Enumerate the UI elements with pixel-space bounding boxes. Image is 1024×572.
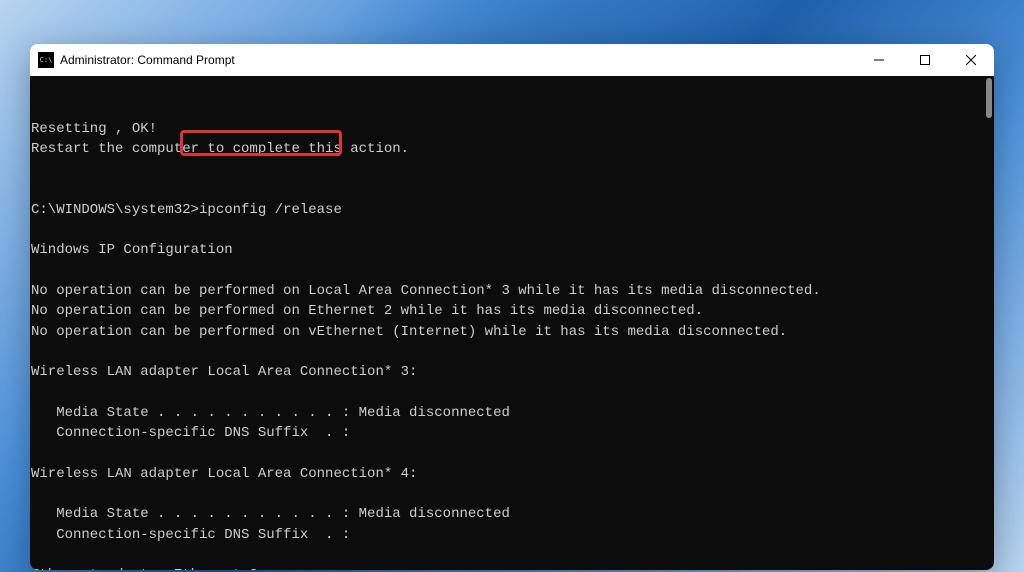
- terminal-line: [31, 261, 990, 281]
- cmd-icon: [38, 52, 54, 68]
- terminal-line: No operation can be performed on Local A…: [31, 281, 990, 301]
- terminal-line: Wireless LAN adapter Local Area Connecti…: [31, 464, 990, 484]
- terminal-line: [31, 484, 990, 504]
- terminal-line: C:\WINDOWS\system32>ipconfig /release: [31, 200, 990, 220]
- terminal-line: Connection-specific DNS Suffix . :: [31, 423, 990, 443]
- titlebar[interactable]: Administrator: Command Prompt: [30, 44, 994, 76]
- scrollbar-thumb[interactable]: [986, 78, 992, 118]
- maximize-button[interactable]: [902, 44, 948, 76]
- terminal-line: No operation can be performed on Etherne…: [31, 301, 990, 321]
- terminal-line: Windows IP Configuration: [31, 240, 990, 260]
- terminal-line: Media State . . . . . . . . . . . : Medi…: [31, 403, 990, 423]
- window-controls: [856, 44, 994, 76]
- terminal-line: [31, 382, 990, 402]
- terminal-line: Wireless LAN adapter Local Area Connecti…: [31, 362, 990, 382]
- terminal-line: Media State . . . . . . . . . . . : Medi…: [31, 504, 990, 524]
- terminal-line: [31, 179, 990, 199]
- terminal-line: No operation can be performed on vEthern…: [31, 322, 990, 342]
- terminal-line: Resetting , OK!: [31, 119, 990, 139]
- window-title: Administrator: Command Prompt: [60, 53, 856, 67]
- terminal-line: [31, 342, 990, 362]
- terminal-output[interactable]: Resetting , OK!Restart the computer to c…: [30, 76, 994, 570]
- terminal-line: Restart the computer to complete this ac…: [31, 139, 990, 159]
- close-button[interactable]: [948, 44, 994, 76]
- terminal-line: [31, 443, 990, 463]
- terminal-line: [31, 159, 990, 179]
- terminal-line: Connection-specific DNS Suffix . :: [31, 525, 990, 545]
- terminal-line: [31, 545, 990, 565]
- command-prompt-window: Administrator: Command Prompt Resetting …: [30, 44, 994, 570]
- terminal-line: Ethernet adapter Ethernet 2:: [31, 565, 990, 570]
- terminal-line: [31, 220, 990, 240]
- minimize-button[interactable]: [856, 44, 902, 76]
